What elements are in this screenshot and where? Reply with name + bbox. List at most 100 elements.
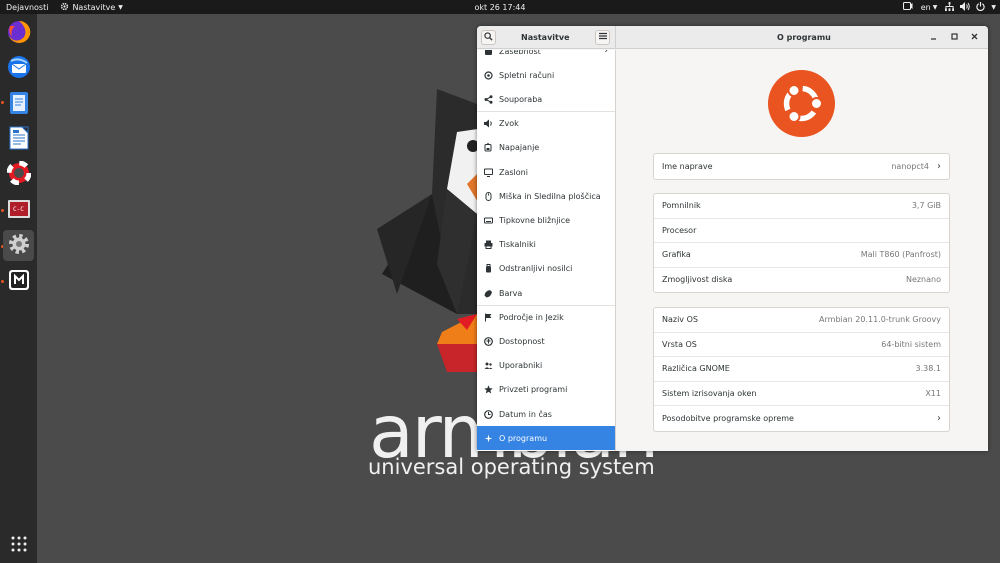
dock-item-settings[interactable] — [3, 230, 34, 261]
settings-icon — [7, 232, 31, 259]
info-row-value: X11 — [925, 388, 941, 398]
sidebar-item-label: Dostopnost — [499, 336, 545, 346]
info-icon — [484, 434, 493, 443]
info-row-label: Ime naprave — [662, 161, 713, 171]
firefox-icon — [7, 20, 31, 47]
info-row: Različica GNOME 3.38.1 — [654, 357, 949, 382]
sidebar-item-label: Napajanje — [499, 143, 540, 153]
app-menu-button[interactable]: Nastavitve ▼ — [54, 0, 128, 14]
info-row-label: Procesor — [662, 225, 697, 235]
info-row-label: Pomnilnik — [662, 201, 701, 211]
menu-button[interactable] — [595, 30, 610, 45]
sidebar-item[interactable]: Uporabniki — [477, 354, 615, 378]
clock[interactable]: okt 26 17:44 — [475, 3, 526, 12]
dock-item-writer[interactable] — [3, 124, 34, 155]
sidebar-item[interactable]: Souporaba — [477, 87, 615, 111]
close-button[interactable] — [968, 31, 981, 44]
chevron-right-icon: › — [937, 412, 941, 424]
clock-container: okt 26 17:44 — [0, 3, 1000, 12]
sidebar-item-label: Uporabniki — [499, 361, 543, 371]
sidebar-title: Nastavitve — [521, 33, 570, 42]
screen-record-icon[interactable] — [902, 2, 913, 12]
sidebar-item-label: Zasloni — [499, 167, 528, 177]
ubuntu-logo-icon — [768, 70, 835, 140]
sidebar-item[interactable]: Zasloni — [477, 160, 615, 184]
info-row[interactable]: Posodobitve programske opreme › — [654, 406, 949, 431]
sidebar-item-label: Tiskalniki — [499, 240, 536, 250]
activities-button[interactable]: Dejavnosti — [0, 0, 54, 14]
dock-item-text-editor[interactable] — [3, 89, 34, 120]
sidebar-item[interactable]: O programu — [477, 426, 615, 451]
info-row: Zmogljivost diska Neznano — [654, 268, 949, 293]
sidebar-item[interactable]: Dostopnost — [477, 329, 615, 353]
sidebar-item-label: Spletni računi — [499, 70, 555, 80]
sidebar-item-label: Področje in Jezik — [499, 312, 564, 322]
color-icon — [484, 289, 493, 298]
show-applications-button[interactable] — [3, 530, 34, 561]
clock-icon — [484, 409, 493, 419]
info-row-value: Neznano — [905, 275, 941, 285]
sidebar-item[interactable]: Spletni računi — [477, 63, 615, 87]
info-row-value: 64-bitni sistem — [881, 339, 941, 349]
usb-icon — [484, 264, 493, 273]
printer-icon — [484, 240, 493, 250]
sidebar-header: Nastavitve — [477, 26, 616, 49]
sidebar-item[interactable]: Tiskalniki — [477, 233, 615, 257]
power-icon — [976, 1, 986, 13]
dock-item-help[interactable] — [3, 159, 34, 190]
sidebar-item[interactable]: Zasebnost › — [477, 50, 615, 63]
info-row-right: nanopct4 › — [891, 161, 941, 172]
sidebar-item[interactable]: Zvok — [477, 112, 615, 136]
keyboard-layout-menu[interactable]: en ▼ — [921, 3, 938, 12]
sidebar-item-label: Miška in Sledilna ploščica — [499, 191, 601, 201]
status-menu[interactable]: ▼ — [945, 1, 996, 13]
info-row[interactable]: Ime naprave nanopct4 › — [654, 154, 949, 179]
dock-item-firefox[interactable] — [3, 18, 34, 49]
flag-icon — [484, 313, 493, 322]
info-row-label: Zmogljivost diska — [662, 275, 733, 285]
info-row-label: Naziv OS — [662, 315, 698, 325]
sidebar-item-label: Souporaba — [499, 94, 543, 104]
dock: C-C — [0, 14, 37, 563]
top-bar: okt 26 17:44 Dejavnosti Nastavitve ▼ en … — [0, 0, 1000, 14]
sidebar-item[interactable]: Tipkovne bližnjice — [477, 208, 615, 232]
os-info-card: Naziv OS Armbian 20.11.0-trunk Groovy Vrst… — [653, 307, 950, 432]
speaker-icon — [484, 119, 493, 128]
sidebar-item-label: Barva — [499, 288, 523, 298]
info-row-value: nanopct4 — [891, 161, 929, 171]
sidebar-item-label: Privzeti programi — [499, 385, 568, 395]
network-icon — [945, 1, 955, 13]
keyboard-layout-label: en — [920, 2, 931, 12]
wallpaper-tagline: universal operating system — [368, 455, 655, 479]
sidebar-item[interactable]: Odstranljivi nosilci — [477, 257, 615, 281]
info-row-right: X11 — [925, 389, 941, 398]
maximize-button[interactable] — [948, 31, 961, 44]
sidebar-item[interactable]: Privzeti programi — [477, 378, 615, 402]
maximize-icon — [951, 33, 958, 42]
system-tray: en ▼ ▼ — [902, 0, 996, 14]
dock-item-terminal[interactable]: C-C — [3, 195, 34, 226]
sidebar-item[interactable]: Barva — [477, 281, 615, 305]
caret-down-icon: ▼ — [118, 3, 123, 11]
search-icon — [484, 31, 493, 44]
search-button[interactable] — [481, 30, 496, 45]
info-row-value: Mali T860 (Panfrost) — [860, 250, 941, 260]
svg-text:C-C: C-C — [13, 206, 24, 213]
sidebar-item[interactable]: Napajanje — [477, 136, 615, 160]
terminal-icon: C-C — [7, 199, 31, 222]
settings-sidebar: Zasebnost › Spletni računi Souporaba Zvok Nap… — [477, 50, 616, 451]
sidebar-item[interactable]: Področje in Jezik — [477, 305, 615, 329]
privacy-icon — [484, 50, 493, 56]
sidebar-item[interactable]: Miška in Sledilna ploščica — [477, 184, 615, 208]
caret-down-icon: ▼ — [932, 3, 938, 11]
info-row-right: Neznano — [906, 275, 941, 284]
sidebar-item[interactable]: Datum in čas — [477, 402, 615, 426]
dock-item-mutt[interactable] — [3, 266, 34, 297]
app-grid-icon — [11, 536, 27, 555]
libreoffice-writer-icon — [9, 126, 29, 153]
dock-item-thunderbird[interactable] — [3, 53, 34, 84]
info-row: Procesor — [654, 219, 949, 243]
sidebar-item-label: Zvok — [499, 119, 519, 129]
minimize-button[interactable] — [927, 31, 940, 44]
settings-window: Nastavitve O programu Zasebnost›Spletn — [477, 26, 988, 451]
